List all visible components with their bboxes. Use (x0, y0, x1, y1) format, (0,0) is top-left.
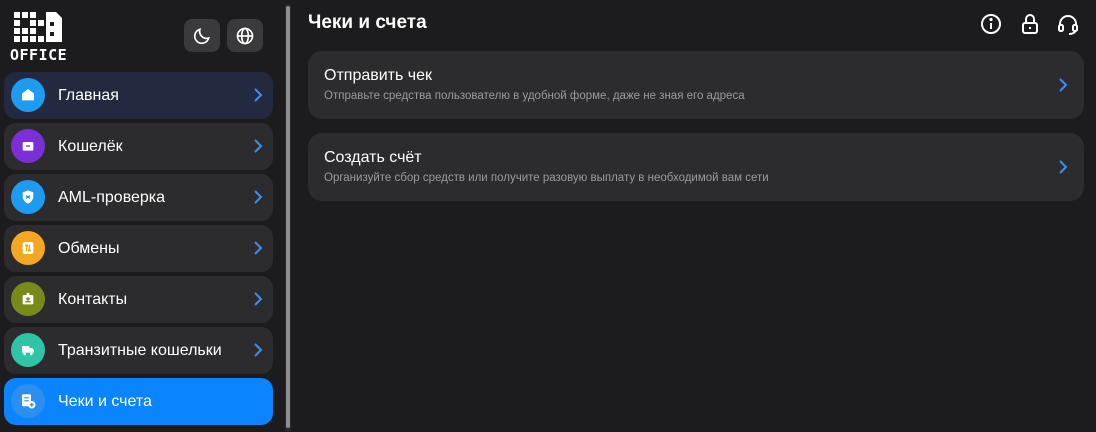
chevron-right-icon (1059, 78, 1068, 92)
chevron-right-icon (254, 241, 263, 255)
sidebar-item-label: AML-проверка (58, 189, 166, 206)
chevron-right-icon (1059, 160, 1068, 174)
sidebar: OFFICE Главная Кошелёк AML-проверка Обме… (0, 0, 280, 432)
wallet-icon (11, 129, 45, 163)
card-subtitle: Организуйте сбор средств или получите ра… (324, 172, 769, 184)
lock-button[interactable] (1018, 12, 1042, 36)
chevron-right-icon (254, 343, 263, 357)
sidebar-item-home[interactable]: Главная (4, 72, 273, 119)
shield-icon (11, 180, 45, 214)
sidebar-item-aml[interactable]: AML-проверка (4, 174, 273, 221)
headset-icon (1058, 15, 1078, 35)
card-subtitle: Отправьте средства пользователю в удобно… (324, 90, 745, 102)
exchange-icon (11, 231, 45, 265)
lock-icon (1022, 14, 1038, 34)
sidebar-item-transit-wallets[interactable]: Транзитные кошельки (4, 327, 273, 374)
info-icon (981, 14, 1001, 34)
sidebar-item-label: Кошелёк (58, 138, 123, 155)
logo-mark-icon (14, 12, 62, 42)
card-title: Отправить чек (324, 67, 433, 84)
theme-toggle-button[interactable] (184, 19, 220, 52)
sidebar-item-label: Транзитные кошельки (58, 342, 222, 359)
sidebar-item-label: Обмены (58, 240, 120, 257)
sidebar-item-label: Контакты (58, 291, 128, 308)
logo-text: OFFICE (10, 46, 68, 64)
sidebar-nav: Главная Кошелёк AML-проверка Обмены Конт… (4, 72, 273, 429)
chevron-right-icon (254, 292, 263, 306)
office-logo[interactable]: OFFICE (10, 8, 68, 64)
card-title: Создать счёт (324, 149, 422, 166)
chevron-right-icon (254, 139, 263, 153)
sidebar-item-exchanges[interactable]: Обмены (4, 225, 273, 272)
sidebar-scrollbar-thumb[interactable] (286, 6, 290, 428)
main-content: Чеки и счета Отправить чек Отправьте сре… (296, 0, 1096, 432)
page-title: Чеки и счета (308, 12, 427, 33)
sidebar-item-contacts[interactable]: Контакты (4, 276, 273, 323)
sidebar-item-label: Чеки и счета (58, 393, 152, 410)
sidebar-item-label: Главная (58, 87, 119, 104)
globe-icon (236, 27, 254, 44)
chevron-right-icon (254, 190, 263, 204)
create-invoice-card[interactable]: Создать счёт Организуйте сбор средств ил… (308, 133, 1084, 201)
info-button[interactable] (979, 12, 1003, 36)
chevron-right-icon (254, 88, 263, 102)
sidebar-item-wallet[interactable]: Кошелёк (4, 123, 273, 170)
sidebar-item-checks-invoices[interactable]: Чеки и счета (4, 378, 273, 425)
home-icon (11, 78, 45, 112)
language-button[interactable] (227, 19, 263, 52)
app-window: OFFICE Главная Кошелёк AML-проверка Обме… (0, 0, 1096, 432)
support-button[interactable] (1056, 12, 1080, 36)
truck-icon (11, 333, 45, 367)
moon-icon (193, 27, 210, 44)
send-check-card[interactable]: Отправить чек Отправьте средства пользов… (308, 51, 1084, 119)
contacts-icon (11, 282, 45, 316)
invoice-icon (11, 384, 45, 418)
